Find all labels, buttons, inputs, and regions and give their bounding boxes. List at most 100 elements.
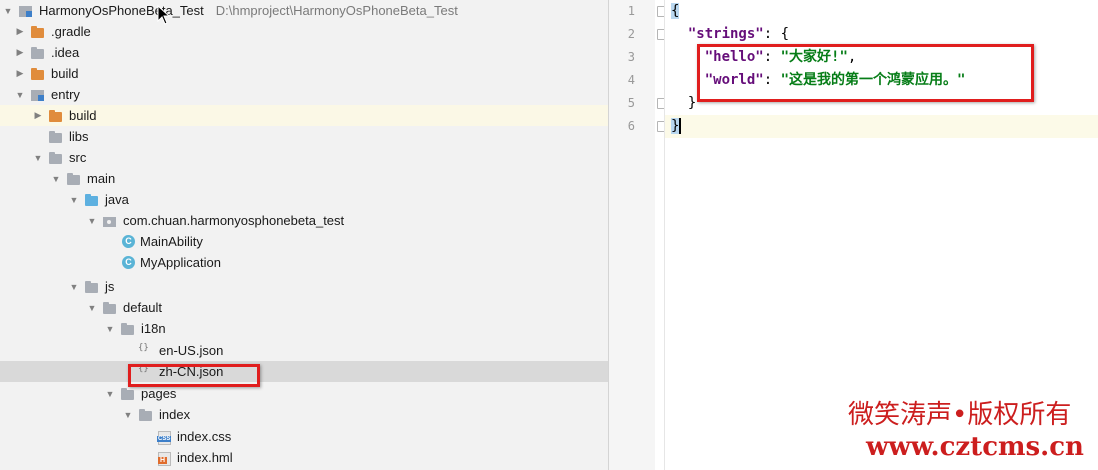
tree-item-label: build [69, 108, 97, 123]
tree-item-index-hml[interactable]: ▶ index.hml [0, 447, 608, 468]
tree-item-pages[interactable]: ▼ pages [0, 383, 608, 404]
chevron-down-icon[interactable]: ▼ [86, 216, 98, 226]
brace-open: { [671, 3, 680, 19]
tree-item-label: main [87, 171, 116, 186]
tree-item-entry[interactable]: ▼ entry [0, 84, 608, 105]
tree-item-src[interactable]: ▼ src [0, 147, 608, 168]
tree-item-label: en-US.json [159, 343, 224, 358]
chevron-right-icon[interactable]: ▶ [32, 110, 44, 121]
tree-root-label: HarmonyOsPhoneBeta_Test [39, 3, 204, 18]
line-number: 3 [627, 50, 635, 64]
watermark-title: 微笑涛声•版权所有 [848, 400, 1072, 430]
source-folder-icon [84, 193, 100, 207]
json-punct: : { [763, 26, 790, 42]
tree-item-entry-build[interactable]: ▶ build [0, 105, 608, 126]
tree-item-libs[interactable]: ▶ libs [0, 126, 608, 147]
chevron-down-icon[interactable]: ▼ [50, 174, 62, 184]
tree-item-label: MainAbility [140, 234, 203, 249]
chevron-down-icon[interactable]: ▼ [104, 324, 116, 334]
module-icon [18, 4, 34, 18]
tree-item-label: index.hml [177, 450, 233, 465]
tree-item-label: com.chuan.harmonyosphonebeta_test [123, 213, 345, 228]
brace-close: } [671, 118, 680, 134]
tree-item-label: js [105, 279, 115, 294]
tree-item-gradle[interactable]: ▶ .gradle [0, 21, 608, 42]
chevron-down-icon[interactable]: ▼ [2, 6, 14, 16]
chevron-down-icon[interactable]: ▼ [68, 282, 80, 292]
chevron-right-icon[interactable]: ▶ [14, 68, 26, 79]
tree-item-main[interactable]: ▼ main [0, 168, 608, 189]
module-icon [30, 88, 46, 102]
tree-item-label: default [123, 300, 163, 315]
tree-item-index-folder[interactable]: ▼ index [0, 404, 608, 425]
highlight-box-file [128, 364, 260, 387]
tree-item-label: pages [141, 386, 177, 401]
tree-root-path: D:\hmproject\HarmonyOsPhoneBeta_Test [215, 3, 458, 18]
css-file-icon [156, 430, 172, 445]
tree-item-package[interactable]: ▼ com.chuan.harmonyosphonebeta_test [0, 210, 608, 231]
chevron-down-icon[interactable]: ▼ [32, 153, 44, 163]
project-tree-panel: ▼ HarmonyOsPhoneBeta_Test D:\hmproject\H… [0, 0, 609, 470]
tree-item-label: src [69, 150, 87, 165]
tree-item-index-css[interactable]: ▶ index.css [0, 426, 608, 447]
tree-item-en-us-json[interactable]: ▶ en-US.json [0, 340, 608, 361]
line-number: 5 [627, 96, 635, 110]
tree-item-label: .idea [51, 45, 80, 60]
folder-icon [48, 130, 64, 144]
folder-icon [120, 387, 136, 401]
mouse-cursor-icon [157, 5, 171, 25]
chevron-down-icon[interactable]: ▼ [104, 389, 116, 399]
folder-icon [138, 408, 154, 422]
folder-icon [102, 301, 118, 315]
highlight-box-code [697, 44, 1034, 102]
tree-item-mainability[interactable]: ▶ C MainAbility [0, 231, 608, 252]
tree-item-build[interactable]: ▶ build [0, 63, 608, 84]
tree-item-label: build [51, 66, 79, 81]
text-caret [679, 118, 682, 134]
package-icon [102, 214, 118, 228]
code-line-1: { [671, 0, 1098, 23]
line-number: 1 [627, 4, 635, 18]
code-line-2: "strings": { [671, 23, 1098, 46]
chevron-right-icon[interactable]: ▶ [14, 47, 26, 58]
chevron-down-icon[interactable]: ▼ [68, 195, 80, 205]
tree-item-idea[interactable]: ▶ .idea [0, 42, 608, 63]
folder-icon [84, 280, 100, 294]
watermark-url: www.cztcms.cn [866, 432, 1084, 462]
class-icon: C [122, 256, 135, 269]
json-file-icon [138, 343, 154, 358]
folder-icon [30, 67, 46, 81]
folder-icon [48, 109, 64, 123]
class-icon: C [122, 235, 135, 248]
folder-icon [30, 46, 46, 60]
folder-icon [120, 322, 136, 336]
chevron-right-icon[interactable]: ▶ [14, 26, 26, 37]
tree-item-label: .gradle [51, 24, 91, 39]
json-key: "strings" [687, 26, 764, 42]
tree-item-myapplication[interactable]: ▶ C MyApplication [0, 252, 608, 273]
tree-item-label: libs [69, 129, 89, 144]
tree-item-label: entry [51, 87, 80, 102]
tree-item-label: index.css [177, 429, 232, 444]
brace-close: } [687, 95, 697, 111]
tree-item-default[interactable]: ▼ default [0, 297, 608, 318]
line-number: 6 [627, 119, 635, 133]
tree-item-zh-cn-json[interactable]: ▶ zh-CN.json [0, 361, 608, 382]
line-number: 4 [627, 73, 635, 87]
chevron-down-icon[interactable]: ▼ [86, 303, 98, 313]
tree-item-i18n[interactable]: ▼ i18n [0, 318, 608, 339]
tree-item-js[interactable]: ▼ js [0, 276, 608, 297]
tree-item-label: MyApplication [140, 255, 221, 270]
tree-item-label: index [159, 407, 191, 422]
folder-icon [48, 151, 64, 165]
line-number: 2 [627, 27, 635, 41]
tree-item-label: java [105, 192, 129, 207]
code-line-6: } [665, 115, 1098, 138]
chevron-down-icon[interactable]: ▼ [14, 90, 26, 100]
folder-icon [30, 25, 46, 39]
chevron-down-icon[interactable]: ▼ [122, 410, 134, 420]
tree-item-java[interactable]: ▼ java [0, 189, 608, 210]
tree-item-label: i18n [141, 321, 166, 336]
tree-root-item[interactable]: ▼ HarmonyOsPhoneBeta_Test D:\hmproject\H… [0, 0, 608, 21]
editor-gutter: 1 2 3 4 5 6 [609, 0, 655, 470]
